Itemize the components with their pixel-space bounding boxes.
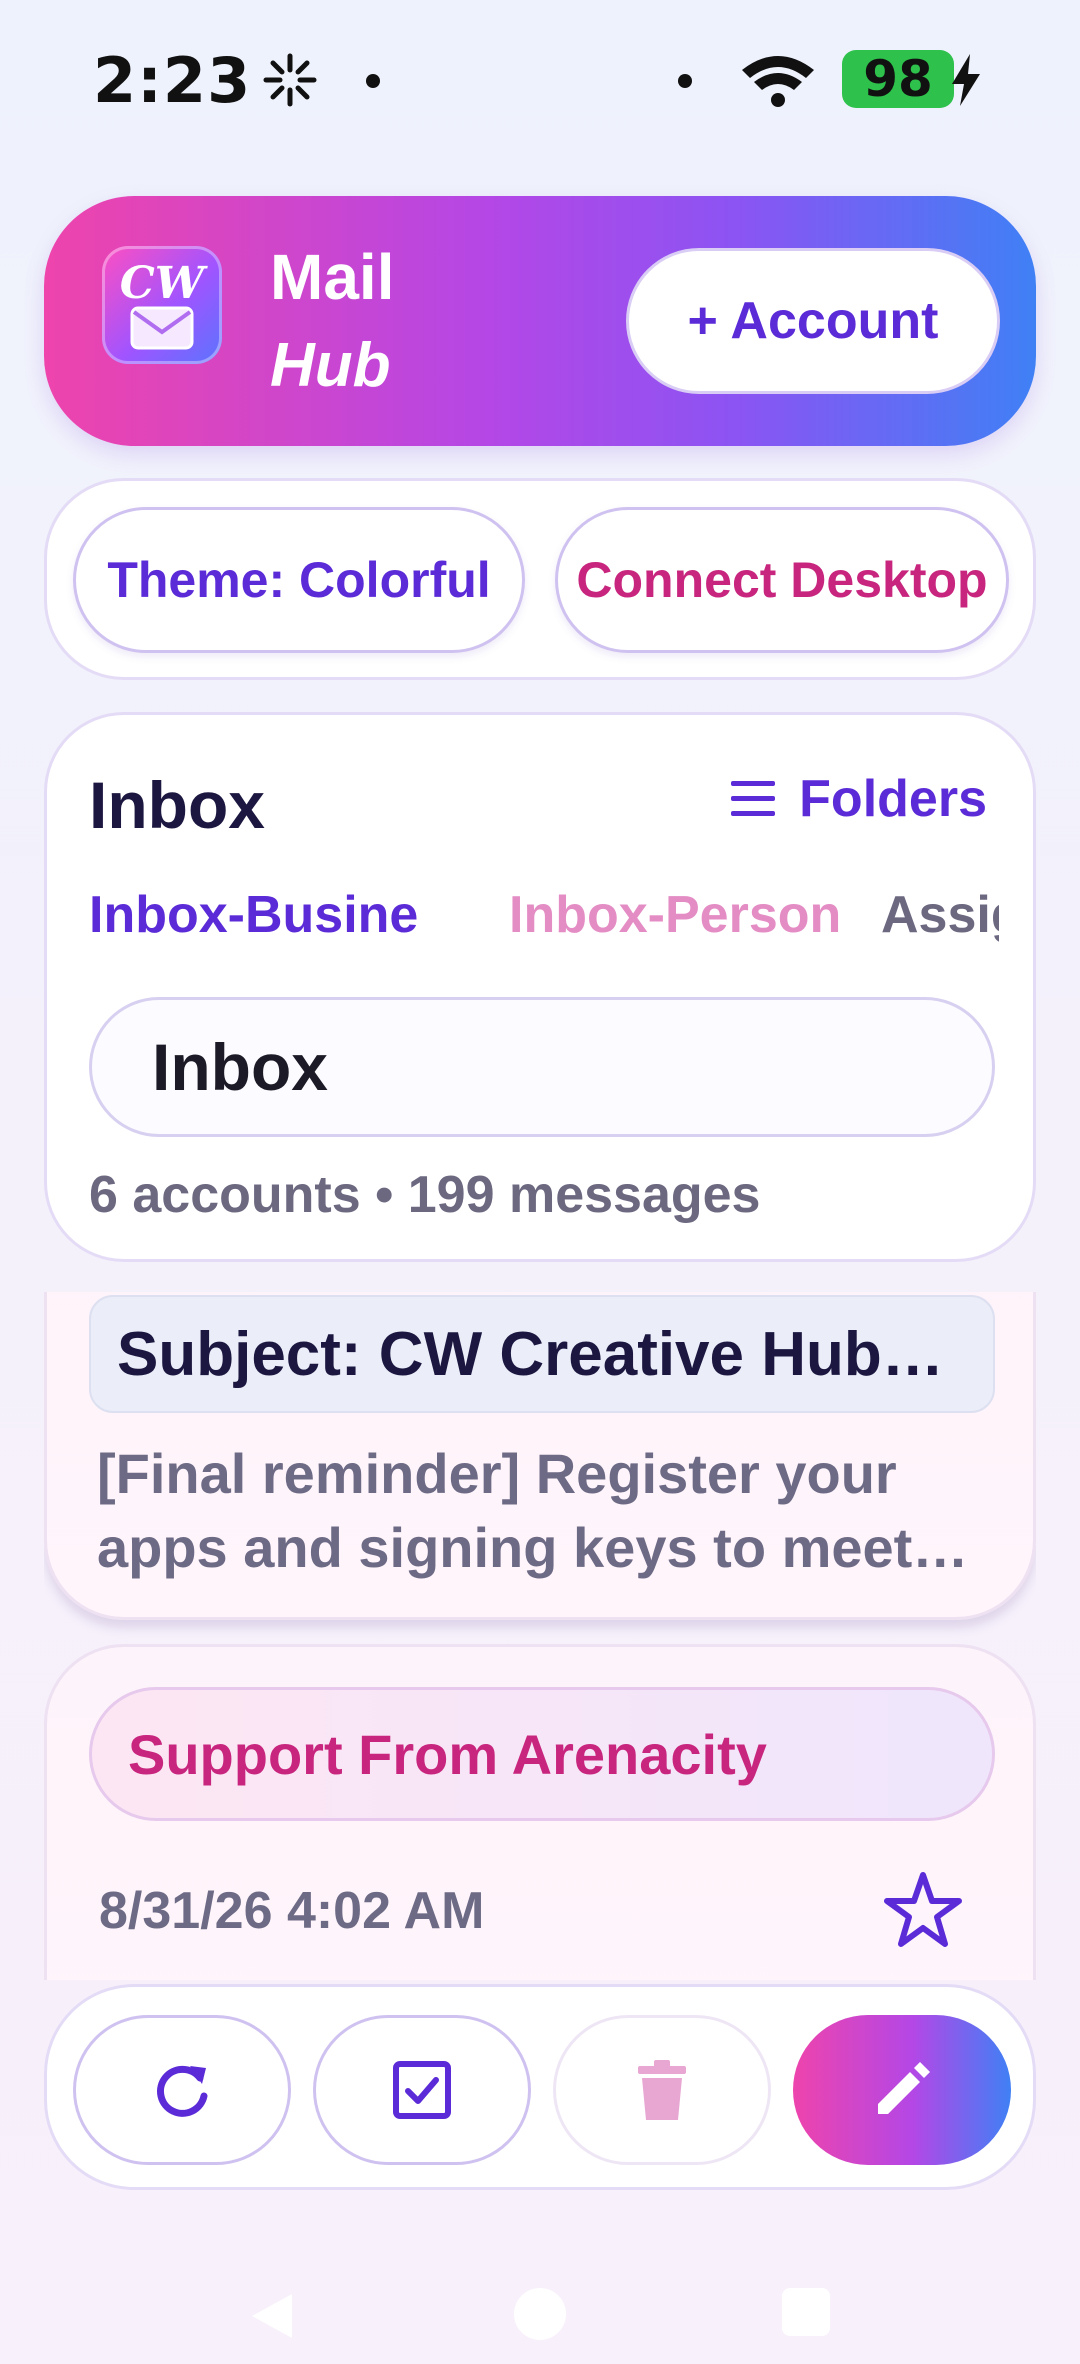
star-outline-icon[interactable] [881,1869,965,1953]
envelope-icon [130,306,194,350]
app-header: CW Mail Hub + Account [44,196,1036,446]
message-sender: Support From Arenacity [89,1687,995,1821]
bottom-toolbar [44,1984,1036,2190]
tab-inbox-personal[interactable]: Inbox-Person [509,885,841,945]
trash-icon [638,2060,686,2120]
tab-inbox-business[interactable]: Inbox-Busine [89,885,418,945]
message-subject-text: Subject: CW Creative Hub… [117,1319,944,1389]
logo-text: CW [119,258,205,309]
pencil-icon [878,2062,930,2114]
status-bar: 2:23 98 [0,0,1080,160]
notification-dot-icon [678,74,692,88]
recents-icon[interactable] [782,2288,830,2336]
theme-toggle-button[interactable]: Theme: Colorful [73,507,525,653]
list-item[interactable]: Subject: CW Creative Hub… [Final reminde… [44,1292,1036,1620]
page-title: Inbox [89,768,265,842]
battery-indicator: 98 [842,50,954,108]
charging-bolt-icon [952,54,980,106]
select-button[interactable] [313,2015,531,2165]
app-logo: CW [102,246,222,364]
compose-button[interactable] [793,2015,1011,2165]
checkbox-icon [393,2061,451,2119]
list-item[interactable]: Support From Arenacity 8/31/26 4:02 AM [44,1644,1036,1980]
app-title-mail: Mail [270,241,395,313]
folders-button[interactable]: Folders [731,769,987,829]
refresh-button[interactable] [73,2015,291,2165]
add-account-button[interactable]: + Account [626,248,1000,394]
tab-assign[interactable]: Assign [881,885,999,945]
status-time: 2:23 [93,44,252,117]
notification-dot-icon [366,74,380,88]
message-preview: [Final reminder] Register your apps and … [97,1442,969,1579]
message-subject: Subject: CW Creative Hub… [89,1295,995,1413]
home-icon[interactable] [514,2288,566,2340]
message-date: 8/31/26 4:02 AM [99,1882,485,1940]
folder-select[interactable]: Inbox [89,997,995,1137]
wifi-icon [742,56,814,107]
back-icon[interactable] [246,2290,298,2342]
folder-tabs: Inbox-Busine Inbox-Person Assign [89,885,999,955]
folders-label: Folders [799,770,987,828]
refresh-icon [157,2065,208,2117]
account-summary: 6 accounts • 199 messages [89,1166,761,1224]
delete-button[interactable] [553,2015,771,2165]
connect-desktop-button[interactable]: Connect Desktop [555,507,1009,653]
inbox-panel: Inbox Folders Inbox-Busine Inbox-Person … [44,712,1036,1262]
settings-row: Theme: Colorful Connect Desktop [44,478,1036,680]
system-nav-bar [0,2240,1080,2364]
app-title-hub: Hub [270,331,391,400]
message-list[interactable]: Subject: CW Creative Hub… [Final reminde… [44,1292,1036,1980]
activity-spark-icon [263,53,317,107]
menu-icon [731,781,776,816]
